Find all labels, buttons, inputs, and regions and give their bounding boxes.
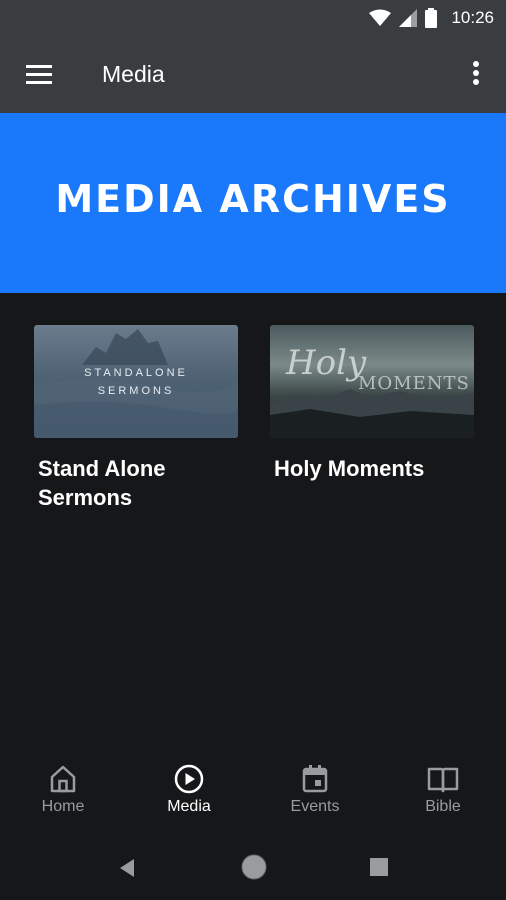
battery-icon [425, 8, 438, 28]
card-thumbnail: Holy MOMENTS [270, 325, 474, 438]
thumb-line-2: MOMENTS [358, 373, 470, 394]
wifi-icon [369, 9, 392, 26]
calendar-icon [302, 765, 328, 793]
thumb-line-1: STANDALONE [84, 367, 188, 379]
page-title: Media [102, 61, 165, 87]
home-icon [50, 765, 76, 793]
recents-icon[interactable] [370, 858, 388, 876]
signal-icon [399, 9, 418, 27]
nav-item-bible[interactable]: Bible [380, 764, 506, 816]
bottom-navigation: Home Media Events Bible [0, 750, 506, 840]
play-circle-icon [174, 764, 204, 794]
card-title: Holy Moments [274, 456, 425, 481]
system-navigation-bar [0, 840, 506, 900]
status-icons: 10:26 [369, 6, 494, 30]
media-archives-banner: MEDIA ARCHIVES [0, 113, 506, 293]
thumb-line-2: SERMONS [97, 385, 175, 397]
banner-title: MEDIA ARCHIVES [55, 177, 451, 221]
nav-label-bible: Bible [425, 798, 461, 815]
status-time: 10:26 [451, 8, 494, 27]
book-icon [427, 767, 459, 793]
card-holy-moments[interactable]: Holy MOMENTS Holy Moments [270, 325, 474, 483]
status-bar: 10:26 [0, 0, 506, 36]
card-stand-alone-sermons[interactable]: STANDALONE SERMONS Stand Alone Sermons [34, 325, 238, 512]
nav-label-events: Events [290, 798, 340, 815]
nav-item-home[interactable]: Home [0, 764, 126, 816]
thumb-line-1: Holy [286, 343, 367, 383]
more-options-icon[interactable] [464, 58, 488, 90]
back-icon[interactable] [116, 857, 138, 879]
card-thumbnail: STANDALONE SERMONS [34, 325, 238, 438]
nav-label-home: Home [41, 798, 85, 815]
card-title: Stand Alone Sermons [38, 456, 166, 510]
home-circle-icon[interactable] [240, 853, 268, 881]
mountain-image [34, 329, 238, 438]
nav-item-events[interactable]: Events [252, 764, 378, 816]
menu-icon[interactable] [24, 60, 54, 90]
nav-item-media[interactable]: Media [126, 764, 252, 816]
app-bar: Media [0, 36, 506, 113]
nav-label-media: Media [167, 798, 211, 815]
